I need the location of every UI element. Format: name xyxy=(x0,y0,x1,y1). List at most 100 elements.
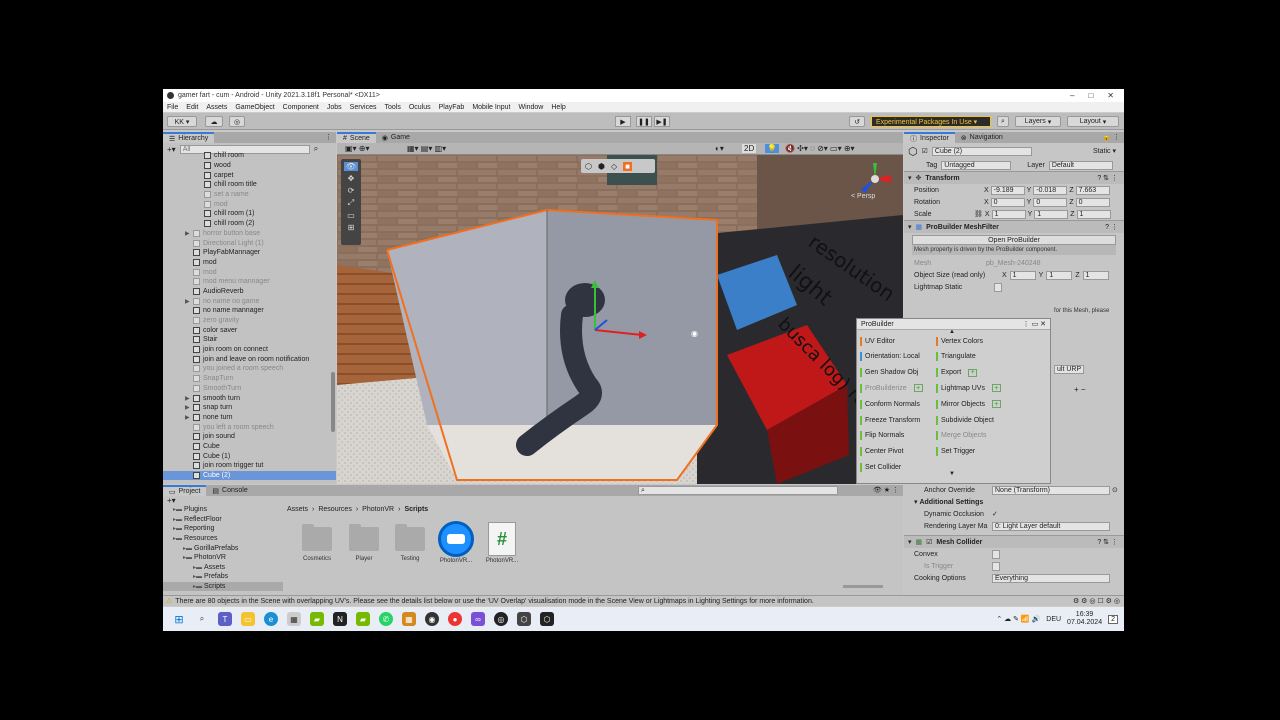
clock[interactable]: 16:39 07.04.2024 xyxy=(1067,611,1102,627)
experimental-packages-dropdown[interactable]: Experimental Packages In Use ▾ xyxy=(871,116,991,127)
recording-icon[interactable]: ● xyxy=(448,612,462,626)
probuilder-action-triangulate[interactable]: Triangulate xyxy=(936,352,976,362)
project-folder-item[interactable]: ▸▬ PhotonVR xyxy=(163,553,283,563)
project-folder-item[interactable]: ▸▬ Resources xyxy=(163,534,283,544)
steam-icon[interactable]: ◉ xyxy=(425,612,439,626)
hierarchy-item[interactable]: Stair xyxy=(163,335,336,345)
rect-tool-icon[interactable]: ▭ xyxy=(347,211,355,220)
hierarchy-item[interactable]: join and leave on room notification xyxy=(163,354,336,364)
project-folder-item[interactable]: ▸▬ Prefabs xyxy=(163,572,283,582)
breadcrumb-photonvr[interactable]: PhotonVR xyxy=(362,506,394,513)
project-folder-item[interactable]: ▸▬ Reporting xyxy=(163,524,283,534)
unity-editor-icon[interactable]: ⬡ xyxy=(540,612,554,626)
file-explorer-icon[interactable]: ▭ xyxy=(241,612,255,626)
scale-z-field[interactable]: 1 xyxy=(1076,209,1111,219)
tab-scene[interactable]: # Scene xyxy=(337,132,376,143)
tab-inspector[interactable]: ⓘ Inspector xyxy=(904,132,955,143)
probuilder-action-orientation-local[interactable]: Orientation: Local xyxy=(860,352,920,362)
edge-icon[interactable]: e xyxy=(264,612,278,626)
scroll-up-icon[interactable]: ▲ xyxy=(949,329,955,335)
layers-dropdown[interactable]: Layers ▾ xyxy=(1015,116,1061,127)
visual-studio-icon[interactable]: ∞ xyxy=(471,612,485,626)
hierarchy-item[interactable]: ▶ horror button base xyxy=(163,229,336,239)
menu-item-assets[interactable]: Assets xyxy=(206,104,227,111)
menu-item-edit[interactable]: Edit xyxy=(186,104,198,111)
options-plus-icon[interactable]: + xyxy=(968,368,978,377)
status-bar[interactable]: ⚠ There are 80 objects in the Scene with… xyxy=(163,595,1124,606)
play-button[interactable]: ▶ xyxy=(615,116,631,127)
options-plus-icon[interactable]: + xyxy=(913,384,923,393)
step-button[interactable]: ▶❚ xyxy=(654,116,670,127)
position-y-field[interactable]: -0.018 xyxy=(1033,185,1068,195)
hierarchy-item[interactable]: ▶ no name no game xyxy=(163,296,336,306)
view-tool-icon[interactable]: 👁 xyxy=(344,162,358,171)
history-icon[interactable]: ↺ xyxy=(849,116,865,127)
open-probuilder-button[interactable]: Open ProBuilder xyxy=(912,235,1116,245)
2d-toggle[interactable]: 2D xyxy=(742,144,757,153)
breadcrumb-assets[interactable]: Assets xyxy=(287,506,308,513)
options-plus-icon[interactable]: + xyxy=(991,384,1001,393)
lightmap-static-checkbox[interactable] xyxy=(994,282,1002,292)
hierarchy-item[interactable]: SnapTurn xyxy=(163,374,336,384)
hierarchy-item[interactable]: you joined a room speech xyxy=(163,364,336,374)
probuilder-action-flip-normals[interactable]: Flip Normals xyxy=(860,431,904,441)
menu-item-mobile-input[interactable]: Mobile Input xyxy=(472,104,510,111)
hierarchy-item[interactable]: join room on connect xyxy=(163,345,336,355)
project-folder-item[interactable]: ▸▬ GorillaPrefabs xyxy=(163,543,283,553)
scroll-down-icon[interactable]: ▼ xyxy=(949,471,955,477)
window-controls-icons[interactable]: ⋮ ▭ ✕ xyxy=(1023,320,1050,328)
expand-arrow-icon[interactable]: ▶ xyxy=(185,298,193,305)
rotate-tool-icon[interactable]: ⟳ xyxy=(348,186,355,195)
hierarchy-item[interactable]: zero gravity xyxy=(163,316,336,326)
panel-menu-icon[interactable]: ⋮ xyxy=(325,133,332,141)
position-z-field[interactable]: 7.663 xyxy=(1075,185,1110,195)
grid-snap-icon[interactable]: ▦▾ ▤▾ ▥▾ xyxy=(407,144,446,153)
hierarchy-item[interactable]: no name mannager xyxy=(163,306,336,316)
project-search-input[interactable]: ⌕ xyxy=(638,486,838,495)
scene-visibility-icons[interactable]: 🔇 ✣▾ ◌ ⊘▾ ▭▾ ⊕▾ xyxy=(785,144,855,153)
list-item[interactable]: # PhotonVR... xyxy=(482,522,522,564)
hierarchy-item[interactable]: color saver xyxy=(163,325,336,335)
minimize-button[interactable]: – xyxy=(1070,91,1074,100)
teams-icon[interactable]: T xyxy=(218,612,232,626)
collab-icon[interactable]: ◎ xyxy=(229,116,245,127)
pause-button[interactable]: ❚❚ xyxy=(636,116,652,127)
github-icon[interactable]: ◎ xyxy=(494,612,508,626)
project-options-icon[interactable]: 👁 ★ ⋮ xyxy=(873,486,899,494)
scale-tool-icon[interactable]: ⤢ xyxy=(348,198,354,208)
unity-hub-icon[interactable]: ⬡ xyxy=(517,612,531,626)
hierarchy-item[interactable]: PlayFabMannager xyxy=(163,248,336,258)
tab-game[interactable]: ◉ Game xyxy=(376,132,416,143)
hierarchy-item[interactable]: AudioReverb xyxy=(163,287,336,297)
link-icon[interactable]: ⛓ xyxy=(974,210,983,218)
zoom-slider[interactable] xyxy=(843,585,883,588)
scale-y-field[interactable]: 1 xyxy=(1034,209,1069,219)
static-toggle[interactable]: Static ▾ xyxy=(1093,147,1124,155)
hierarchy-item[interactable]: Cube (1) xyxy=(163,451,336,461)
shading-icon[interactable]: ◐▾ xyxy=(715,144,724,153)
transform-tool-icon[interactable]: ⊞ xyxy=(348,223,355,232)
render-layer-dropdown[interactable]: 0: Light Layer default xyxy=(992,521,1110,531)
menu-item-window[interactable]: Window xyxy=(518,104,543,111)
component-menu-icon[interactable]: ? ⇅ ⋮ xyxy=(1097,538,1124,546)
probuilder-action-set-trigger[interactable]: Set Trigger xyxy=(936,447,975,457)
list-item[interactable]: Player xyxy=(344,524,384,562)
is-trigger-checkbox[interactable] xyxy=(992,561,1000,571)
hierarchy-item[interactable]: wood xyxy=(163,161,336,171)
probuilder-action-probuilderize[interactable]: ProBuilderize + xyxy=(860,383,923,393)
language-indicator[interactable]: DEU xyxy=(1046,616,1061,623)
hierarchy-item[interactable]: ▶ snap turn xyxy=(163,403,336,413)
geforce-icon[interactable]: ▰ xyxy=(356,612,370,626)
hierarchy-item[interactable]: Directional Light (1) xyxy=(163,238,336,248)
probuilder-action-freeze-transform[interactable]: Freeze Transform xyxy=(860,415,920,425)
rotation-y-field[interactable]: 0 xyxy=(1033,197,1068,207)
options-plus-icon[interactable]: + xyxy=(991,400,1001,409)
menu-item-file[interactable]: File xyxy=(167,104,178,111)
urp-material-field[interactable]: ult URP xyxy=(1054,365,1085,374)
menu-item-help[interactable]: Help xyxy=(551,104,565,111)
hierarchy-item[interactable]: SmoothTurn xyxy=(163,384,336,394)
draw-mode-icon[interactable]: ▣▾ ⊕▾ xyxy=(345,144,370,153)
convex-checkbox[interactable] xyxy=(992,549,1000,559)
hierarchy-item[interactable]: chill room (1) xyxy=(163,209,336,219)
probuilder-action-gen-shadow-obj[interactable]: Gen Shadow Obj xyxy=(860,368,918,378)
